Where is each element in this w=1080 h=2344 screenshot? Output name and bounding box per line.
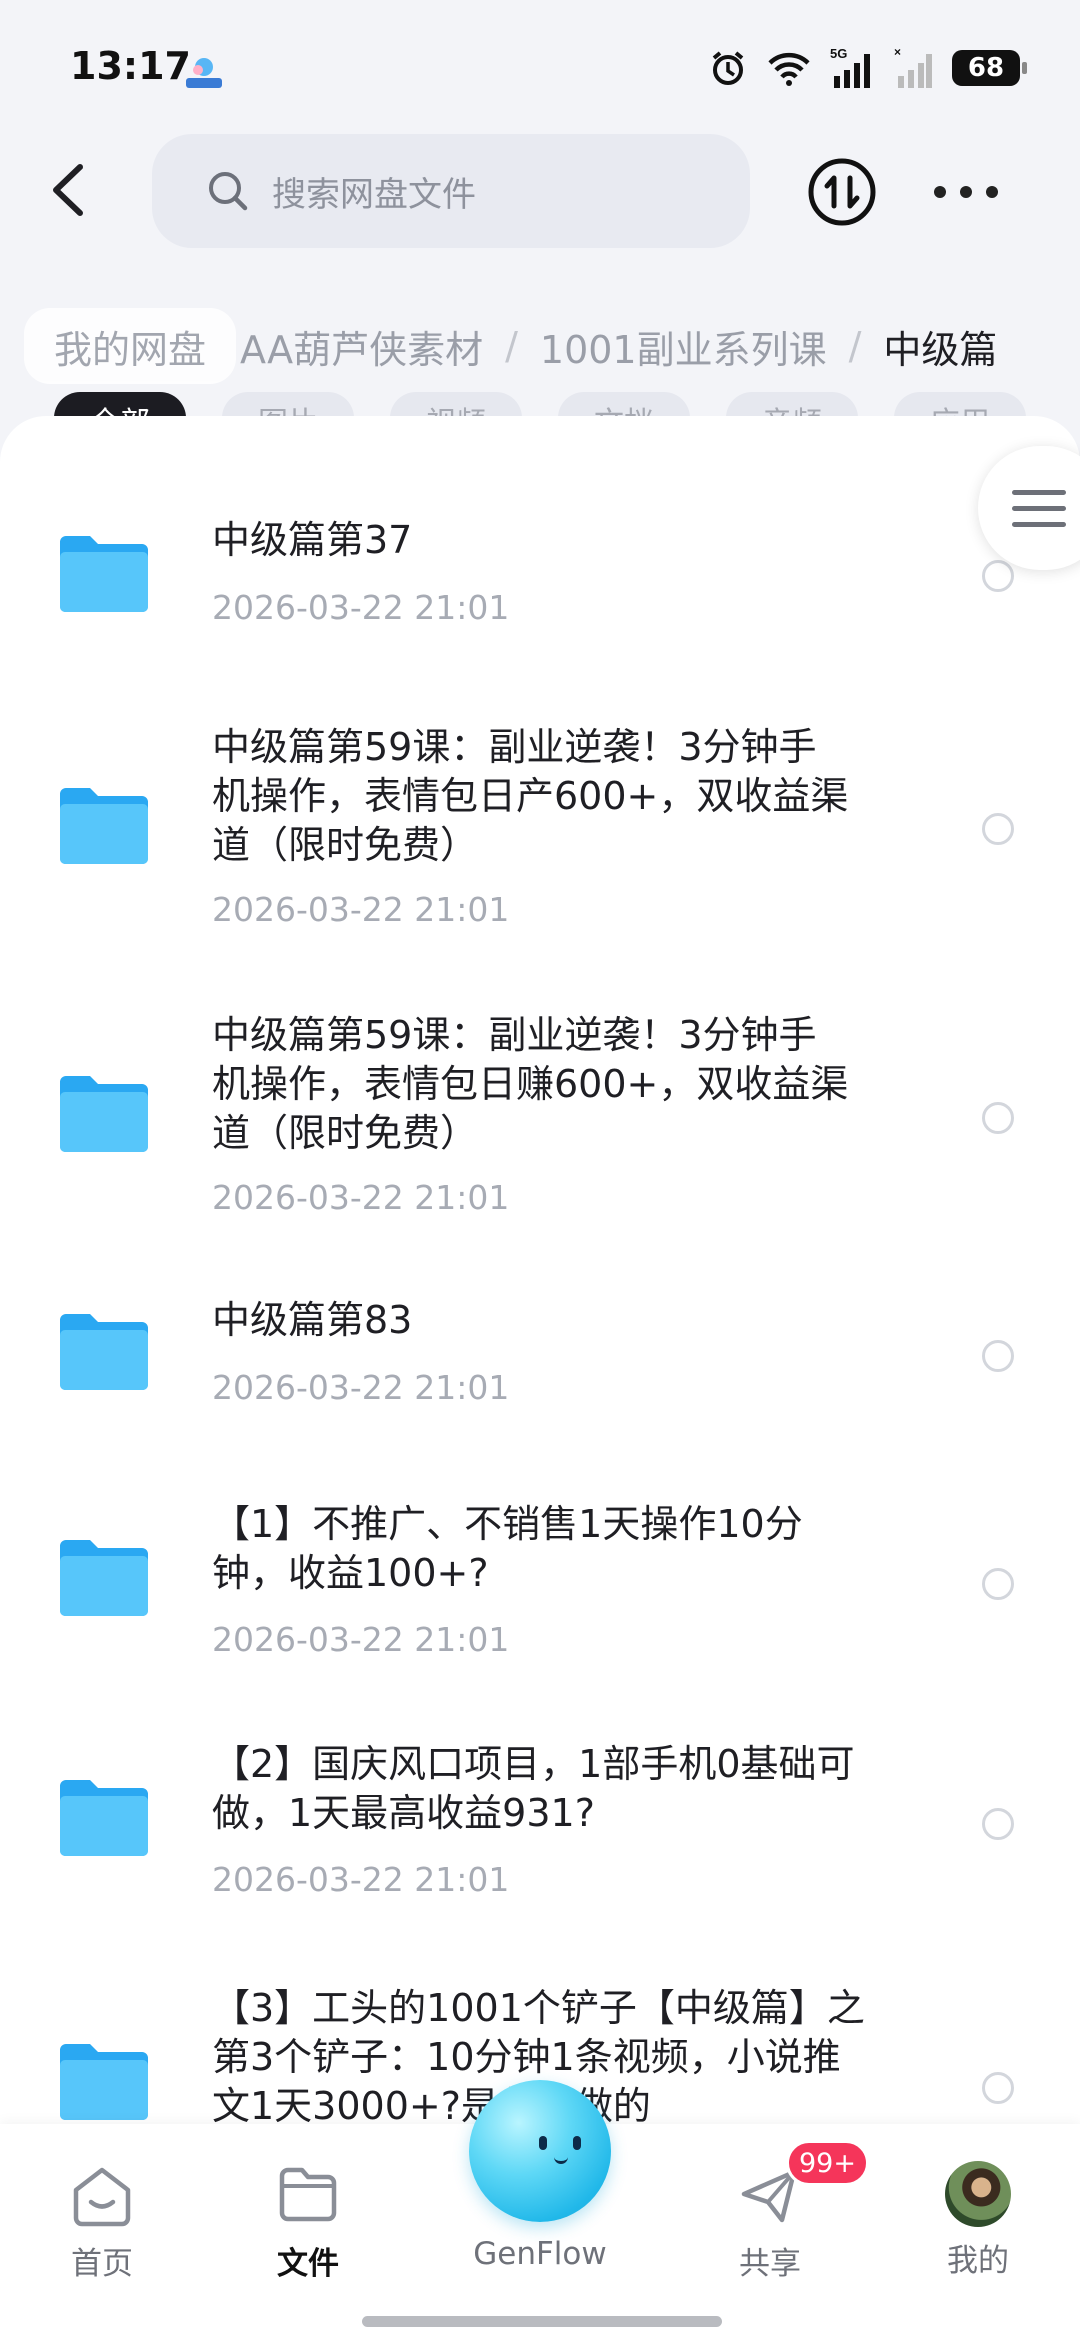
svg-text:×: × bbox=[894, 46, 901, 59]
file-title: 中级篇第59课：副业逆袭！3分钟手 机操作，表情包日赚600+，双收益渠 道（限… bbox=[212, 1011, 912, 1158]
more-icon[interactable] bbox=[934, 172, 998, 212]
nav-me-label: 我的 bbox=[947, 2243, 1009, 2279]
home-indicator[interactable] bbox=[362, 2316, 722, 2327]
select-checkbox[interactable] bbox=[982, 1102, 1014, 1134]
nav-files-label: 文件 bbox=[277, 2246, 339, 2282]
file-title-line: 【2】国庆风口项目，1部手机0基础可 bbox=[212, 1742, 855, 1786]
nav-genflow-label[interactable]: GenFlow bbox=[440, 2236, 640, 2272]
file-title-line: 【1】不推广、不销售1天操作10分 bbox=[212, 1502, 803, 1546]
genflow-orb-icon[interactable] bbox=[469, 2080, 611, 2222]
menu-line bbox=[1012, 489, 1066, 495]
menu-line bbox=[1012, 505, 1066, 511]
file-title: 【2】国庆风口项目，1部手机0基础可 做，1天最高收益931? bbox=[212, 1740, 912, 1838]
file-title-line: 道（限时免费） bbox=[212, 1111, 479, 1155]
folder-icon bbox=[60, 2044, 148, 2120]
more-dot bbox=[934, 186, 946, 198]
signal-5g-icon: 5G bbox=[830, 46, 870, 88]
file-title-line: 机操作，表情包日赚600+，双收益渠 bbox=[212, 1062, 849, 1106]
folder-icon bbox=[279, 2167, 337, 2222]
orb-eye bbox=[573, 2136, 581, 2150]
file-date: 2026-03-22 21:01 bbox=[212, 1860, 510, 1899]
file-title-line: 中级篇第83 bbox=[212, 1298, 413, 1342]
nav-home[interactable]: 首页 bbox=[32, 2158, 172, 2283]
nav-files[interactable]: 文件 bbox=[238, 2158, 378, 2283]
search-placeholder: 搜索网盘文件 bbox=[272, 174, 476, 215]
status-bar: 13:17 5G × 68 bbox=[0, 0, 1080, 130]
file-title-line: 钟，收益100+? bbox=[212, 1551, 489, 1595]
file-title: 中级篇第59课：副业逆袭！3分钟手 机操作，表情包日产600+，双收益渠 道（限… bbox=[212, 723, 912, 870]
file-title: 【1】不推广、不销售1天操作10分 钟，收益100+? bbox=[212, 1500, 912, 1598]
avatar bbox=[945, 2161, 1011, 2227]
file-title: 中级篇第83 bbox=[212, 1296, 912, 1345]
file-title-line: 中级篇第59课：副业逆袭！3分钟手 bbox=[212, 725, 817, 769]
breadcrumb-current: 中级篇 bbox=[883, 327, 998, 372]
more-dot bbox=[986, 186, 998, 198]
select-checkbox[interactable] bbox=[982, 813, 1014, 845]
genflow-mini-icon bbox=[186, 58, 222, 88]
breadcrumb-separator: / bbox=[505, 324, 518, 368]
menu-line bbox=[1012, 521, 1066, 527]
orb-mouth bbox=[554, 2157, 568, 2164]
alarm-icon bbox=[712, 51, 744, 85]
select-checkbox[interactable] bbox=[982, 1568, 1014, 1600]
battery-indicator: 68 bbox=[952, 50, 1027, 86]
file-title-line: 第3个铲子：10分钟1条视频，小说推 bbox=[212, 2035, 841, 2079]
select-checkbox[interactable] bbox=[982, 2072, 1014, 2104]
back-arrow-icon[interactable] bbox=[40, 155, 100, 225]
search-input[interactable]: 搜索网盘文件 bbox=[152, 134, 750, 248]
file-date: 2026-03-22 21:01 bbox=[212, 1620, 510, 1659]
file-date: 2026-03-22 21:01 bbox=[212, 1368, 510, 1407]
select-checkbox[interactable] bbox=[982, 560, 1014, 592]
search-icon bbox=[209, 172, 248, 211]
transfer-icon[interactable] bbox=[806, 156, 878, 228]
status-time: 13:17 bbox=[70, 44, 191, 88]
breadcrumb-item[interactable]: 1001副业系列课 bbox=[536, 319, 831, 374]
home-icon bbox=[73, 2167, 131, 2227]
breadcrumb-root[interactable]: 我的网盘 bbox=[24, 308, 237, 384]
file-title-line: 【3】工头的1001个铲子【中级篇】之 bbox=[212, 1986, 865, 2030]
orb-eye bbox=[539, 2136, 547, 2150]
folder-icon bbox=[60, 1540, 148, 1616]
signal-2-icon: × bbox=[894, 46, 932, 88]
share-badge: 99+ bbox=[786, 2140, 869, 2186]
folder-icon bbox=[60, 1780, 148, 1856]
folder-icon bbox=[60, 1314, 148, 1390]
folder-icon bbox=[60, 788, 148, 864]
wifi-icon bbox=[768, 52, 810, 86]
file-date: 2026-03-22 21:01 bbox=[212, 1178, 510, 1217]
status-indicators: 5G × 68 bbox=[708, 46, 1027, 90]
folder-icon bbox=[60, 1076, 148, 1152]
svg-text:5G: 5G bbox=[830, 46, 847, 61]
breadcrumb-item[interactable]: AA葫芦侠素材 bbox=[236, 319, 487, 374]
file-title-line: 道（限时免费） bbox=[212, 823, 479, 867]
nav-share-label: 共享 bbox=[739, 2246, 801, 2282]
file-date: 2026-03-22 21:01 bbox=[212, 588, 510, 627]
file-title-line: 机操作，表情包日产600+，双收益渠 bbox=[212, 774, 849, 818]
file-title-line: 中级篇第59课：副业逆袭！3分钟手 bbox=[212, 1013, 817, 1057]
folder-icon bbox=[60, 536, 148, 612]
more-dot bbox=[960, 186, 972, 198]
file-date: 2026-03-22 21:01 bbox=[212, 890, 510, 929]
nav-me[interactable]: 我的 bbox=[908, 2158, 1048, 2280]
file-title-line: 中级篇第37 bbox=[212, 518, 413, 562]
nav-home-label: 首页 bbox=[71, 2246, 133, 2282]
select-checkbox[interactable] bbox=[982, 1808, 1014, 1840]
select-checkbox[interactable] bbox=[982, 1340, 1014, 1372]
breadcrumb-separator: / bbox=[848, 324, 862, 368]
file-list: 中级篇第37 2026-03-22 21:01 中级篇第59课：副业逆袭！3分钟… bbox=[0, 416, 1080, 2126]
breadcrumb: 我的网盘 AA葫芦侠素材 / 1001副业系列课 / 中级篇 bbox=[24, 306, 1001, 386]
file-title: 中级篇第37 bbox=[212, 516, 912, 565]
file-title-line: 做，1天最高收益931? bbox=[212, 1791, 595, 1835]
